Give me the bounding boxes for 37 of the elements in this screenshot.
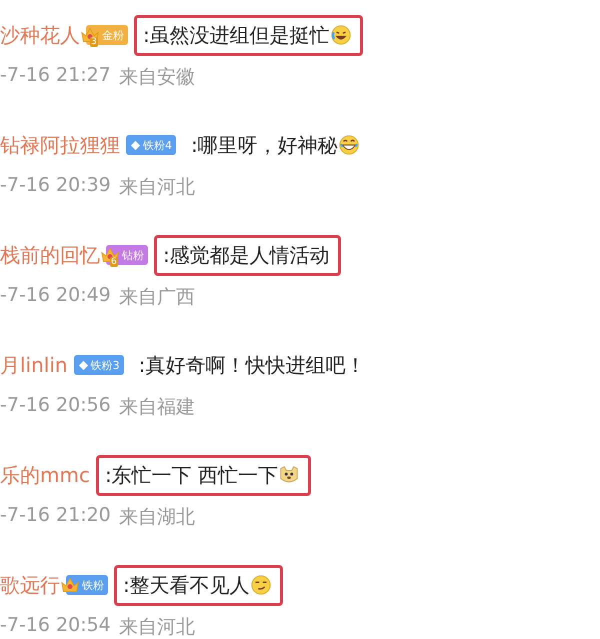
comment-time: -7-16 21:20 bbox=[0, 504, 111, 528]
comment-location: 来自福建 bbox=[118, 395, 195, 420]
comment-time: -7-16 21:27 bbox=[0, 64, 111, 88]
comment-text: :感觉都是人情活动 bbox=[163, 242, 330, 268]
comment-text: :哪里呀，好神秘 bbox=[191, 132, 338, 158]
laughing-tears-icon bbox=[338, 134, 360, 156]
comment-text: :东忙一下 西忙一下 bbox=[104, 462, 278, 488]
comment-location: 来自湖北 bbox=[118, 505, 195, 530]
crown-level: 6 bbox=[110, 257, 118, 267]
comment-location: 来自广西 bbox=[118, 285, 195, 310]
diamond-icon bbox=[130, 140, 141, 150]
user-name[interactable]: 栈前的回忆 bbox=[0, 242, 100, 268]
user-name[interactable]: 钻禄阿拉狸狸 bbox=[0, 132, 120, 158]
badge-label: 铁粉3 bbox=[90, 358, 120, 372]
crown-level: 3 bbox=[90, 37, 98, 47]
comment-text: :整天看不见人 bbox=[123, 572, 250, 598]
smirk-face-icon bbox=[250, 574, 272, 596]
comment-text: :虽然没进组但是挺忙 bbox=[143, 22, 330, 48]
user-name[interactable]: 歌远行 bbox=[0, 572, 60, 598]
comment-text: :真好奇啊！快快进组吧！ bbox=[138, 352, 366, 378]
comment-location: 来自河北 bbox=[118, 175, 195, 200]
comment-location: 来自安徽 bbox=[118, 65, 195, 90]
crown-icon bbox=[60, 576, 80, 594]
diamond-icon bbox=[78, 360, 89, 370]
badge-label: 钻粉 bbox=[122, 248, 144, 262]
badge-label: 铁粉4 bbox=[143, 138, 172, 152]
badge-label: 铁粉 bbox=[82, 578, 104, 592]
laughing-tears-icon bbox=[330, 24, 352, 46]
user-name[interactable]: 乐的mmc bbox=[0, 462, 90, 488]
user-name[interactable]: 月linlin bbox=[0, 352, 68, 378]
comment-time: -7-16 20:56 bbox=[0, 394, 111, 418]
comment-time: -7-16 20:39 bbox=[0, 174, 111, 198]
comment-time: -7-16 20:54 bbox=[0, 614, 111, 638]
comment-location: 来自河北 bbox=[118, 615, 195, 639]
user-name[interactable]: 沙种花人 bbox=[0, 22, 80, 48]
comment-time: -7-16 20:49 bbox=[0, 284, 111, 308]
badge-label: 金粉 bbox=[102, 28, 124, 42]
